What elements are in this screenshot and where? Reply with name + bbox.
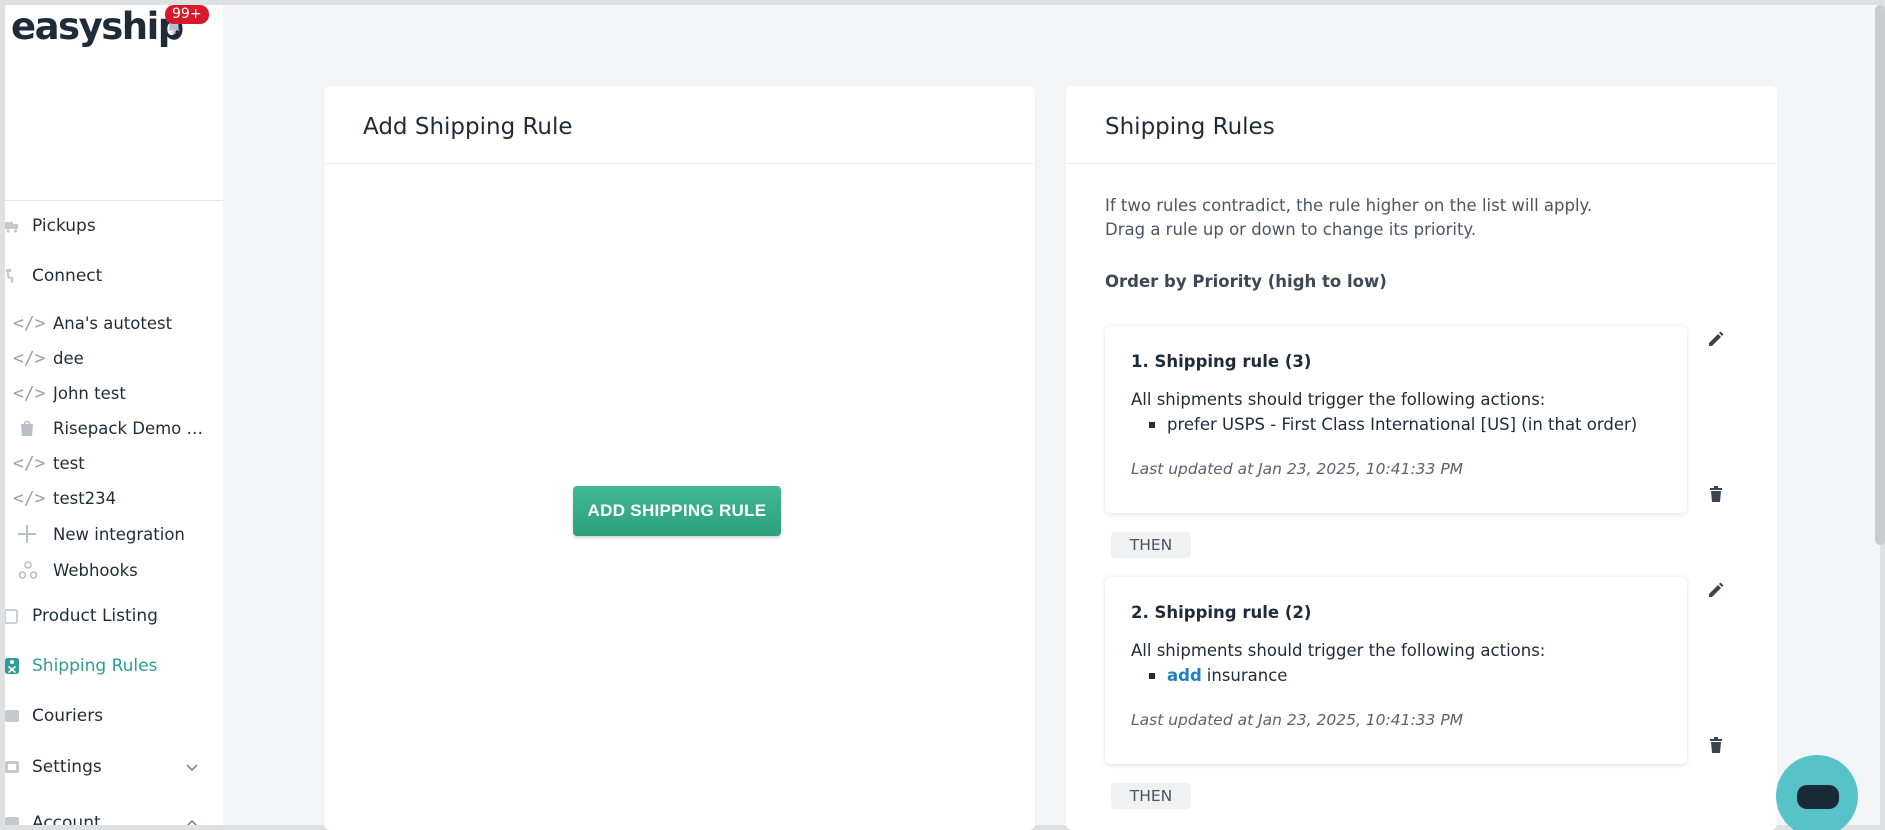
rule-updated: Last updated at Jan 23, 2025, 10:41:33 P… xyxy=(1131,711,1464,729)
rule-description: All shipments should trigger the followi… xyxy=(1131,641,1546,660)
then-separator: THEN xyxy=(1111,532,1191,558)
rule-action: add insurance xyxy=(1149,666,1287,685)
add-shipping-rule-button[interactable]: ADD SHIPPING RULE xyxy=(573,486,781,536)
integration-label: test xyxy=(53,453,85,473)
rule-action-text: insurance xyxy=(1206,666,1288,685)
integration-label: test234 xyxy=(53,488,117,508)
settings-icon xyxy=(5,758,21,776)
rule-updated: Last updated at Jan 23, 2025, 10:41:33 P… xyxy=(1131,460,1464,478)
chevron-down-icon[interactable] xyxy=(185,760,199,774)
integration-label: John test xyxy=(53,383,126,403)
sidebar-item-settings[interactable]: Settings xyxy=(5,749,223,785)
scrollbar[interactable] xyxy=(1875,5,1885,545)
sidebar-item-product-listing[interactable]: Product Listing xyxy=(5,598,223,634)
rule-card[interactable]: 1. Shipping rule (3) All shipments shoul… xyxy=(1105,326,1687,513)
rule-title: 1. Shipping rule (3) xyxy=(1131,352,1312,371)
rule-action-text: prefer USPS - First Class International … xyxy=(1167,415,1638,434)
panel-title: Add Shipping Rule xyxy=(324,86,1035,164)
sidebar-item-label: Couriers xyxy=(32,706,104,726)
sidebar-item-label: Product Listing xyxy=(32,606,158,626)
shopify-icon xyxy=(13,418,45,438)
then-separator: THEN xyxy=(1111,783,1191,809)
sidebar-item-label: Connect xyxy=(32,266,103,286)
integration-risepack-demo[interactable]: Risepack Demo Di... xyxy=(13,413,213,443)
sidebar-item-label: Settings xyxy=(32,757,102,777)
shipping-rules-panel: Shipping Rules If two rules contradict, … xyxy=(1066,86,1777,830)
rule-description: All shipments should trigger the followi… xyxy=(1131,390,1546,409)
divider xyxy=(5,200,223,201)
bullet xyxy=(1149,421,1155,428)
integration-dee[interactable]: </> dee xyxy=(13,343,213,373)
logo-text: easyship xyxy=(11,5,184,48)
edit-icon[interactable] xyxy=(1706,329,1726,349)
plus-icon xyxy=(13,524,45,544)
webhook-icon xyxy=(13,560,45,580)
rule-card[interactable]: 2. Shipping rule (2) All shipments shoul… xyxy=(1105,577,1687,764)
plug-icon xyxy=(5,267,21,285)
sidebar-item-account[interactable]: Account xyxy=(5,805,223,825)
help-text: Drag a rule up or down to change its pri… xyxy=(1105,220,1477,239)
edit-icon[interactable] xyxy=(1706,580,1726,600)
code-icon: </> xyxy=(13,382,46,404)
bullet xyxy=(1149,672,1155,679)
rules-icon xyxy=(5,657,21,675)
help-text: If two rules contradict, the rule higher… xyxy=(1105,196,1593,215)
chevron-up-icon[interactable] xyxy=(185,816,199,825)
rule-title: 2. Shipping rule (2) xyxy=(1131,603,1312,622)
company-logo xyxy=(53,65,175,170)
sidebar-item-connect[interactable]: Connect xyxy=(5,258,223,294)
account-icon xyxy=(5,814,21,825)
integration-label: dee xyxy=(53,348,84,368)
integration-test[interactable]: </> test xyxy=(13,448,213,478)
code-icon: </> xyxy=(13,487,46,509)
integration-test234[interactable]: </> test234 xyxy=(13,483,213,513)
code-icon: </> xyxy=(13,347,46,369)
integration-label: New integration xyxy=(53,524,185,544)
webhooks-link[interactable]: Webhooks xyxy=(13,555,213,585)
chat-button[interactable] xyxy=(1776,755,1858,830)
integration-label: Risepack Demo Di... xyxy=(53,418,213,438)
chat-icon xyxy=(1797,785,1839,809)
sidebar-item-pickups[interactable]: Pickups xyxy=(5,208,223,244)
sidebar-item-label: Pickups xyxy=(32,216,96,236)
order-label: Order by Priority (high to low) xyxy=(1105,272,1387,291)
sidebar-item-label: Shipping Rules xyxy=(32,656,158,676)
rule-action: prefer USPS - First Class International … xyxy=(1149,415,1637,434)
integration-anas-autotest[interactable]: </> Ana's autotest xyxy=(13,308,213,338)
trash-icon[interactable] xyxy=(1706,484,1726,504)
rule-action-link[interactable]: add xyxy=(1167,666,1202,685)
courier-icon xyxy=(5,707,21,725)
logo[interactable]: easyship xyxy=(11,5,184,49)
code-icon: </> xyxy=(13,452,46,474)
new-integration-button[interactable]: New integration xyxy=(13,519,213,549)
panel-title: Shipping Rules xyxy=(1066,86,1777,164)
integration-label: Webhooks xyxy=(53,560,138,580)
notification-badge: 99+ xyxy=(165,5,209,24)
integration-label: Ana's autotest xyxy=(53,313,173,333)
truck-icon xyxy=(5,217,21,235)
sidebar-item-couriers[interactable]: Couriers xyxy=(5,698,223,734)
add-shipping-rule-panel: Add Shipping Rule ADD SHIPPING RULE xyxy=(324,86,1035,830)
trash-icon[interactable] xyxy=(1706,735,1726,755)
sidebar-item-shipping-rules[interactable]: Shipping Rules xyxy=(5,648,223,684)
sidebar: easyship 99+ Pickups Connect </> Ana's a… xyxy=(5,5,223,825)
sidebar-item-label: Account xyxy=(32,813,101,825)
integration-john-test[interactable]: </> John test xyxy=(13,378,213,408)
code-icon: </> xyxy=(13,312,46,334)
box-icon xyxy=(5,607,21,625)
